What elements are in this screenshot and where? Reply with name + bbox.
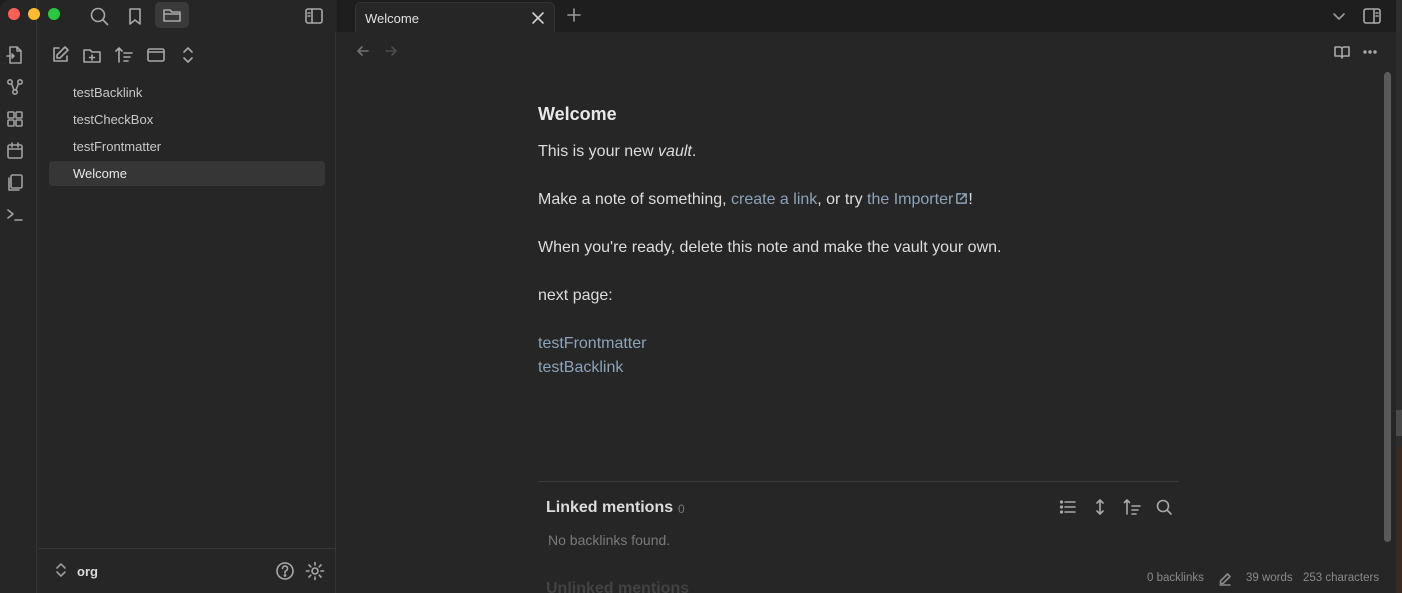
zoom-window-button[interactable]	[48, 8, 60, 20]
emphasis-vault: vault	[658, 143, 692, 160]
status-backlinks[interactable]: 0 backlinks	[1147, 572, 1204, 584]
toggle-right-sidebar-icon[interactable]	[1361, 5, 1383, 27]
new-tab-plus-icon[interactable]	[565, 6, 583, 24]
text: , or try	[817, 191, 868, 208]
file-explorer-tab-folder-icon[interactable]	[155, 2, 189, 28]
linked-mentions-heading[interactable]: Linked mentions	[546, 499, 673, 517]
collapse-results-list-icon[interactable]	[1059, 498, 1077, 516]
help-icon[interactable]	[275, 561, 295, 581]
tab-title: Welcome	[365, 11, 419, 26]
unlinked-mentions-heading[interactable]: Unlinked mentions	[546, 580, 689, 593]
internal-link-testbacklink[interactable]: testBacklink	[538, 359, 623, 377]
background-window-edge	[1396, 0, 1402, 593]
view-header	[337, 34, 1382, 70]
close-tab-icon[interactable]	[530, 10, 546, 26]
note-content[interactable]: Welcome This is your new vault. Make a n…	[538, 100, 1178, 376]
vault-footer: org	[38, 548, 336, 593]
file-item-testbacklink[interactable]: testBacklink	[49, 80, 325, 105]
canvas-icon[interactable]	[5, 109, 25, 129]
file-item-welcome[interactable]: Welcome	[49, 161, 325, 186]
app-window: testBacklink testCheckBox testFrontmatte…	[0, 0, 1396, 593]
status-bar: 0 backlinks 39 words 253 characters	[1138, 568, 1394, 590]
terminal-icon[interactable]	[5, 205, 25, 225]
new-folder-icon[interactable]	[82, 45, 102, 65]
paragraph-links: Make a note of something, create a link,…	[538, 191, 973, 209]
search-backlinks-icon[interactable]	[1155, 498, 1173, 516]
backlinks-divider	[538, 481, 1179, 482]
file-item-testcheckbox[interactable]: testCheckBox	[49, 107, 325, 132]
reading-view-book-icon[interactable]	[1333, 43, 1351, 61]
vault-switcher-chevrons-icon[interactable]	[54, 562, 68, 578]
scrollbar-thumb[interactable]	[1384, 72, 1391, 542]
collapse-left-sidebar-icon[interactable]	[303, 5, 325, 27]
paragraph-ready: When you're ready, delete this note and …	[538, 239, 1002, 256]
open-quick-switcher-icon[interactable]	[5, 45, 25, 65]
linked-mentions-count: 0	[678, 502, 685, 516]
settings-gear-icon[interactable]	[305, 561, 325, 581]
minimize-window-button[interactable]	[28, 8, 40, 20]
vault-name[interactable]: org	[77, 564, 98, 579]
traffic-lights	[8, 8, 60, 20]
graph-view-icon[interactable]	[5, 77, 25, 97]
text: Make a note of something,	[538, 191, 731, 208]
file-explorer-toolbar	[50, 45, 198, 65]
more-options-icon[interactable]	[1361, 43, 1379, 61]
text: .	[691, 143, 697, 160]
status-character-count[interactable]: 253 characters	[1303, 572, 1379, 584]
calendar-icon[interactable]	[5, 141, 25, 161]
internal-link-testfrontmatter[interactable]: testFrontmatter	[538, 335, 646, 353]
file-explorer-sidebar: testBacklink testCheckBox testFrontmatte…	[38, 32, 336, 593]
note-title: Welcome	[538, 104, 617, 124]
search-icon[interactable]	[88, 5, 110, 27]
paragraph-vault: This is your new vault.	[538, 143, 696, 161]
text: This is your new	[538, 143, 659, 160]
status-word-count[interactable]: 39 words	[1246, 572, 1293, 584]
importer-link[interactable]: the Importer	[867, 191, 953, 208]
background-window-edge-mark	[1396, 410, 1402, 436]
left-ribbon	[0, 0, 60, 593]
create-a-link-link[interactable]: create a link	[731, 191, 817, 208]
sort-results-icon[interactable]	[1123, 498, 1141, 516]
close-window-button[interactable]	[8, 8, 20, 20]
paragraph-next-page: next page:	[538, 287, 613, 304]
templates-icon[interactable]	[5, 173, 25, 193]
file-item-testfrontmatter[interactable]: testFrontmatter	[49, 134, 325, 159]
navigate-forward-arrow-icon[interactable]	[383, 43, 399, 59]
editing-mode-pencil-icon[interactable]	[1218, 572, 1232, 586]
tab-bar: Welcome	[337, 0, 1396, 33]
show-more-context-icon[interactable]	[1091, 498, 1109, 516]
external-link-icon	[955, 192, 968, 205]
sort-order-icon[interactable]	[114, 45, 134, 65]
tab-list-chevron-down-icon[interactable]	[1330, 7, 1348, 25]
background-window-edge-mark	[1396, 446, 1402, 593]
editor-scrollbar[interactable]	[1381, 70, 1393, 570]
no-backlinks-message: No backlinks found.	[548, 532, 671, 548]
new-note-icon[interactable]	[50, 45, 70, 65]
bookmark-icon[interactable]	[124, 5, 146, 27]
navigate-back-arrow-icon[interactable]	[355, 43, 371, 59]
expand-collapse-all-icon[interactable]	[178, 45, 198, 65]
tab-welcome[interactable]: Welcome	[355, 2, 555, 33]
text: !	[968, 191, 973, 208]
auto-reveal-icon[interactable]	[146, 45, 166, 65]
file-list: testBacklink testCheckBox testFrontmatte…	[49, 80, 325, 188]
